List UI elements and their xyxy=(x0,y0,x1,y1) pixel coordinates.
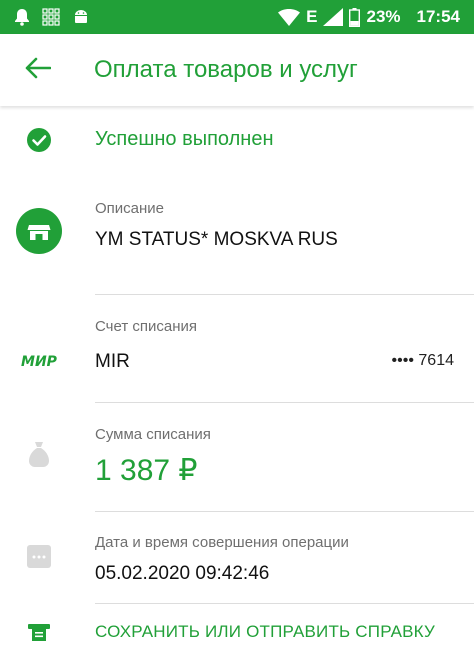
divider xyxy=(95,294,474,295)
calendar-icon xyxy=(26,543,52,574)
account-icon-cell: МИР xyxy=(0,354,78,370)
android-icon xyxy=(72,8,90,26)
notification-icon xyxy=(14,8,30,26)
battery-level: 23% xyxy=(366,7,401,26)
wifi-icon xyxy=(278,8,301,26)
datetime-icon-cell xyxy=(0,543,78,574)
datetime-block: Дата и время совершения операции 05.02.2… xyxy=(95,534,456,585)
save-send-receipt-button[interactable]: СОХРАНИТЬ ИЛИ ОТПРАВИТЬ СПРАВКУ xyxy=(95,622,435,642)
description-block: Описание YM STATUS* MOSKVA RUS xyxy=(95,200,456,251)
receipt-icon[interactable] xyxy=(27,623,51,648)
page-title: Оплата товаров и услуг xyxy=(94,56,358,83)
divider xyxy=(95,511,474,512)
operation-status: Успешно выполнен xyxy=(95,128,274,150)
signal-icon xyxy=(323,8,344,26)
amount-block: Сумма списания 1 387 ₽ xyxy=(95,426,456,488)
clock: 17:54 xyxy=(416,7,460,26)
back-arrow-icon xyxy=(25,57,52,84)
status-icon-cell xyxy=(0,127,78,158)
battery-icon xyxy=(349,7,361,27)
amount-icon-cell xyxy=(0,440,78,473)
app-bar: Оплата товаров и услуг xyxy=(0,34,474,106)
check-circle-icon xyxy=(26,127,52,158)
grid-app-icon xyxy=(42,8,60,26)
datetime-value: 05.02.2020 09:42:46 xyxy=(95,563,270,584)
status-bar: E 23% 17:54 xyxy=(0,0,474,34)
amount-value: 1 387 ₽ xyxy=(95,454,198,487)
account-label: Счет списания xyxy=(95,318,197,335)
card-number: •••• 7614 xyxy=(391,352,454,369)
money-bag-icon xyxy=(28,440,50,473)
datetime-label: Дата и время совершения операции xyxy=(95,534,349,551)
action-icon-cell[interactable] xyxy=(0,623,78,648)
description-label: Описание xyxy=(95,200,165,217)
store-icon xyxy=(16,208,62,259)
network-type: E xyxy=(306,7,318,26)
amount-label: Сумма списания xyxy=(95,426,211,443)
description-value: YM STATUS* MOSKVA RUS xyxy=(95,229,338,250)
divider xyxy=(95,402,474,403)
description-icon-cell xyxy=(0,208,78,259)
divider xyxy=(95,603,474,604)
back-button[interactable] xyxy=(12,44,64,96)
mir-logo-icon: МИР xyxy=(21,354,57,370)
